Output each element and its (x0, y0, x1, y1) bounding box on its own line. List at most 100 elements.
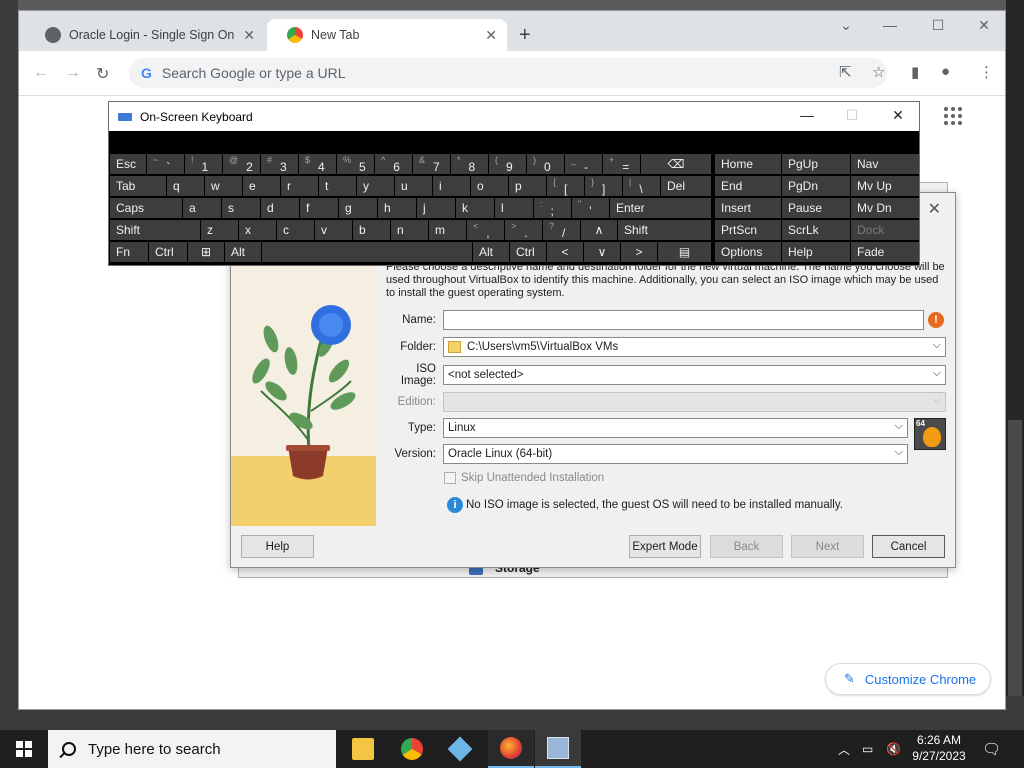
maximize-button[interactable]: ☐ (923, 17, 953, 34)
key-e[interactable]: e (243, 176, 280, 196)
tab-search-icon[interactable]: ⌄ (831, 17, 861, 34)
context-menu-key[interactable]: ▤ (658, 242, 711, 262)
key-tab[interactable]: Tab (110, 176, 166, 196)
key-shift-left[interactable]: Shift (110, 220, 200, 240)
key-dock[interactable]: Dock (851, 220, 919, 240)
cancel-button[interactable]: Cancel (872, 535, 945, 558)
key-prtscn[interactable]: PrtScn (715, 220, 781, 240)
key-bracket[interactable]: }] (585, 176, 622, 196)
reload-icon[interactable]: ↻ (96, 64, 109, 84)
share-icon[interactable]: ⇱ (839, 63, 852, 81)
chrome-taskbar-icon[interactable] (389, 730, 435, 768)
new-tab-button[interactable]: + (519, 25, 531, 45)
key-w[interactable]: w (205, 176, 242, 196)
maximize-button[interactable]: ☐ (837, 107, 867, 124)
key-m[interactable]: m (429, 220, 466, 240)
minimize-button[interactable]: — (792, 107, 822, 123)
backspace-key[interactable]: ⌫ (641, 154, 711, 174)
key-d[interactable]: d (261, 198, 299, 218)
key-y[interactable]: y (357, 176, 394, 196)
key-nav[interactable]: Nav (851, 154, 919, 174)
bookmark-star-icon[interactable]: ☆ (872, 63, 885, 81)
apps-grid-icon[interactable] (944, 107, 962, 125)
key-scrlk[interactable]: ScrLk (782, 220, 850, 240)
key-enter[interactable]: Enter (610, 198, 711, 218)
key-end[interactable]: End (715, 176, 781, 196)
edition-select[interactable]: ⌵ (443, 392, 946, 412)
key-k[interactable]: k (456, 198, 494, 218)
firefox-taskbar-icon[interactable] (488, 730, 534, 768)
key-t[interactable]: t (319, 176, 356, 196)
profile-avatar-icon[interactable]: ● (941, 63, 950, 80)
arrow-left-key[interactable]: < (547, 242, 583, 262)
key-i[interactable]: i (433, 176, 470, 196)
key-`[interactable]: ~ ` (147, 154, 184, 174)
key-ctrl-left[interactable]: Ctrl (149, 242, 187, 262)
key-punct[interactable]: " ' (572, 198, 609, 218)
key-g[interactable]: g (339, 198, 377, 218)
key-1[interactable]: ! 1 (185, 154, 222, 174)
key-pgdn[interactable]: PgDn (782, 176, 850, 196)
tab-oracle-login[interactable]: Oracle Login - Single Sign On ✕ (25, 19, 265, 51)
key-a[interactable]: a (183, 198, 221, 218)
windows-key[interactable]: ⊞ (188, 242, 224, 262)
next-button[interactable]: Next (791, 535, 864, 558)
key-caps[interactable]: Caps (110, 198, 182, 218)
key-x[interactable]: x (239, 220, 276, 240)
key-p[interactable]: p (509, 176, 546, 196)
volume-muted-icon[interactable]: 🔇 (886, 730, 901, 768)
key-shift-right[interactable]: Shift (618, 220, 711, 240)
close-icon[interactable]: ✕ (243, 27, 255, 44)
key-2[interactable]: @2 (223, 154, 260, 174)
key-z[interactable]: z (201, 220, 238, 240)
key-punct[interactable]: <, (467, 220, 504, 240)
arrow-up-key[interactable]: ∧ (581, 220, 617, 240)
key-3[interactable]: #3 (261, 154, 298, 174)
taskbar-search[interactable]: Type here to search (48, 730, 336, 768)
key-b[interactable]: b (353, 220, 390, 240)
key-fn[interactable]: Fn (110, 242, 148, 262)
key-q[interactable]: q (167, 176, 204, 196)
space-key[interactable] (262, 242, 472, 262)
menu-icon[interactable]: ⋮ (979, 63, 994, 81)
key-f[interactable]: f (300, 198, 338, 218)
key-insert[interactable]: Insert (715, 198, 781, 218)
key-7[interactable]: & 7 (413, 154, 450, 174)
key-n[interactable]: n (391, 220, 428, 240)
key-alt-left[interactable]: Alt (225, 242, 261, 262)
skip-unattended-checkbox[interactable]: Skip Unattended Installation (444, 472, 604, 484)
key-l[interactable]: l (495, 198, 533, 218)
key-r[interactable]: r (281, 176, 318, 196)
key-bracket[interactable]: | \ (623, 176, 660, 196)
close-icon[interactable]: ✕ (485, 27, 497, 44)
key-s[interactable]: s (222, 198, 260, 218)
key-j[interactable]: j (417, 198, 455, 218)
close-icon[interactable]: ✕ (928, 199, 941, 219)
back-icon[interactable]: ← (33, 64, 49, 82)
key-punct[interactable]: :; (534, 198, 571, 218)
key-9[interactable]: (9 (489, 154, 526, 174)
osk-taskbar-icon[interactable] (535, 730, 581, 768)
minimize-button[interactable]: — (875, 17, 905, 33)
key-pgup[interactable]: PgUp (782, 154, 850, 174)
back-button[interactable]: Back (710, 535, 783, 558)
arrow-down-key[interactable]: ∨ (584, 242, 620, 262)
side-panel-icon[interactable]: ▮ (911, 63, 919, 81)
key-4[interactable]: $4 (299, 154, 336, 174)
key-0[interactable]: ) 0 (527, 154, 564, 174)
key-=[interactable]: + = (603, 154, 640, 174)
key-ctrl-right[interactable]: Ctrl (510, 242, 546, 262)
key-mv-up[interactable]: Mv Up (851, 176, 919, 196)
key-fade[interactable]: Fade (851, 242, 919, 262)
expert-mode-button[interactable]: Expert Mode (629, 535, 701, 558)
key-alt-right[interactable]: Alt (473, 242, 509, 262)
file-explorer-taskbar-icon[interactable] (340, 730, 386, 768)
key-punct[interactable]: ? / (543, 220, 580, 240)
virtualbox-taskbar-icon[interactable] (437, 730, 483, 768)
start-button[interactable] (0, 730, 48, 768)
key-5[interactable]: % 5 (337, 154, 374, 174)
key-help[interactable]: Help (782, 242, 850, 262)
key-c[interactable]: c (277, 220, 314, 240)
key--[interactable]: _ - (565, 154, 602, 174)
key-v[interactable]: v (315, 220, 352, 240)
